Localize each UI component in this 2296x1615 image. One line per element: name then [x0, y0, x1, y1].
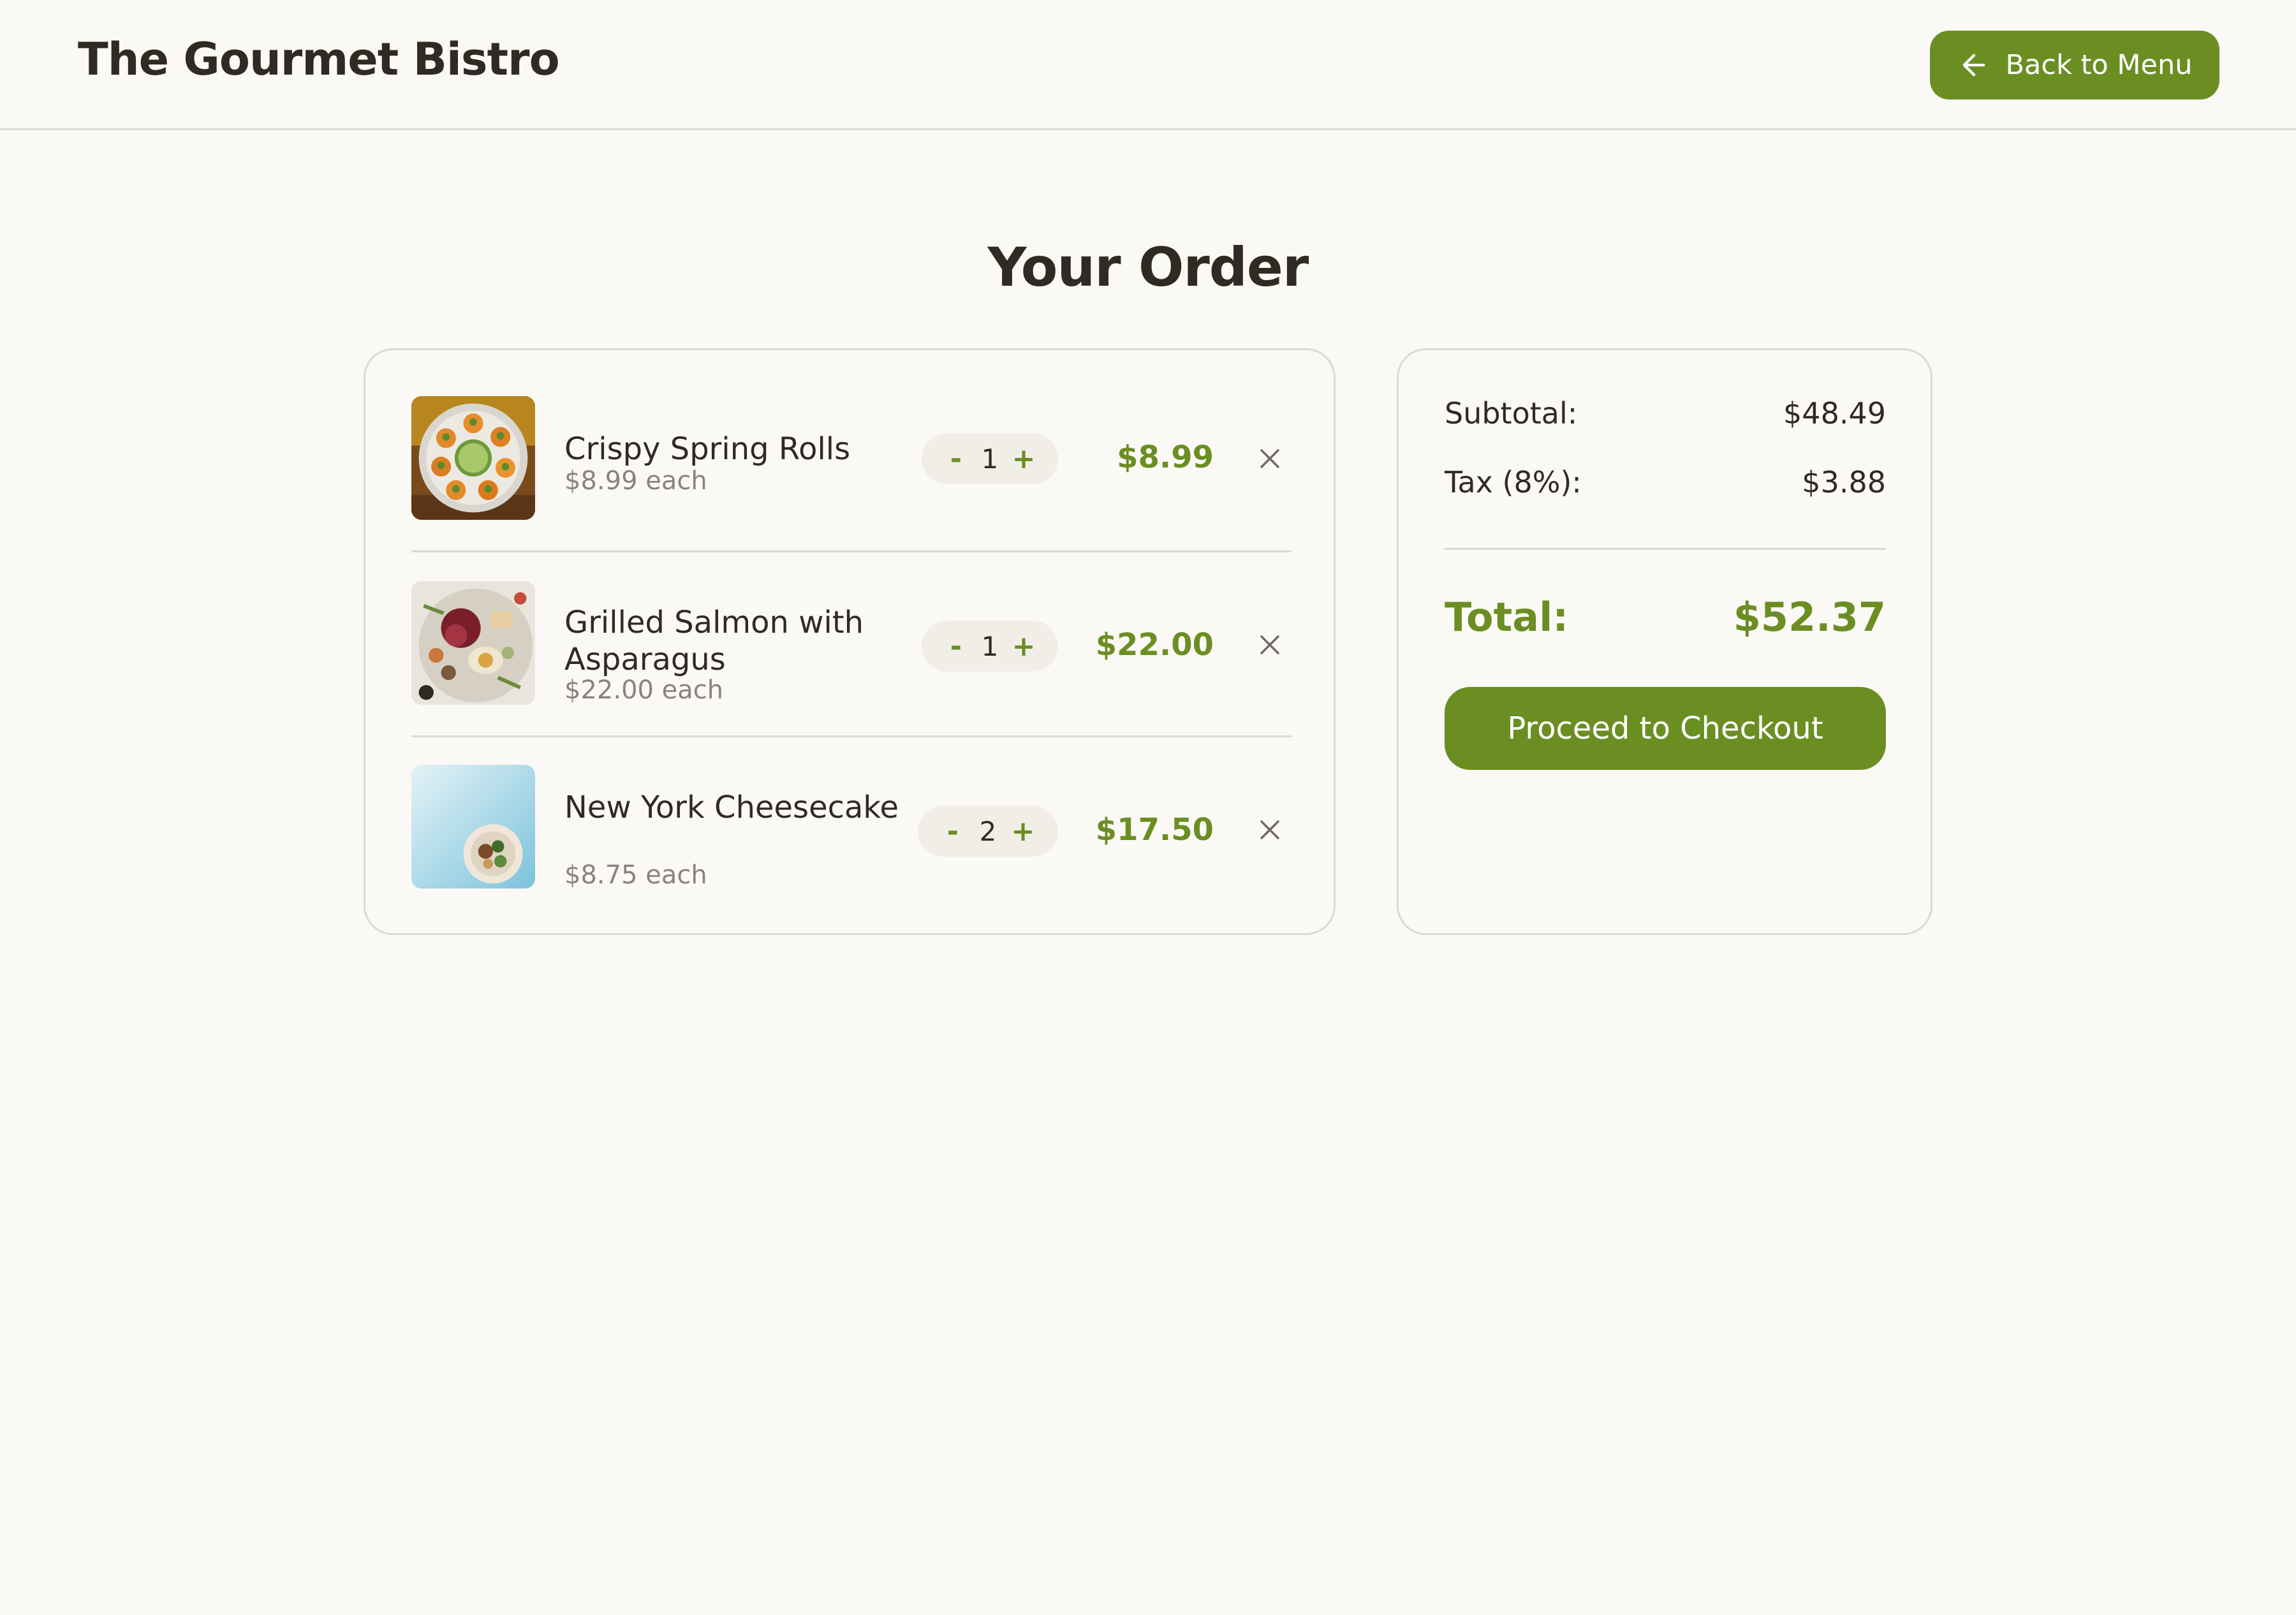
- quantity-value: 2: [979, 815, 997, 847]
- proceed-to-checkout-button[interactable]: Proceed to Checkout: [1445, 687, 1886, 770]
- remove-item-button[interactable]: [1253, 442, 1286, 475]
- order-item: New York Cheesecake $8.75 each - 2 + $17…: [411, 720, 1292, 905]
- close-icon: [1260, 820, 1279, 839]
- item-line-total: $22.00: [1095, 627, 1214, 663]
- order-items-card: Crispy Spring Rolls $8.99 each - 1 + $8.…: [364, 348, 1336, 935]
- top-bar: The Gourmet Bistro Back to Menu: [0, 0, 2296, 130]
- quantity-value: 1: [981, 443, 999, 475]
- item-name: Grilled Salmon with Asparagus: [564, 605, 864, 677]
- item-unit-price: $22.00 each: [564, 675, 724, 705]
- arrow-left-icon: [1957, 48, 1991, 82]
- order-item: Grilled Salmon with Asparagus $22.00 eac…: [411, 535, 1292, 720]
- tax-label: Tax (8%):: [1445, 465, 1582, 499]
- spring-rolls-photo: [411, 396, 535, 520]
- quantity-value: 1: [981, 630, 999, 662]
- brand-title: The Gourmet Bistro: [78, 33, 560, 85]
- item-unit-price: $8.75 each: [564, 860, 707, 890]
- page-title: Your Order: [987, 236, 1309, 299]
- back-to-menu-button[interactable]: Back to Menu: [1930, 31, 2219, 100]
- back-to-menu-label: Back to Menu: [2005, 49, 2193, 81]
- decrease-quantity-button[interactable]: -: [943, 630, 969, 663]
- tax-value: $3.88: [1802, 465, 1886, 499]
- quantity-stepper: - 2 +: [918, 806, 1058, 857]
- remove-item-button[interactable]: [1253, 628, 1286, 661]
- item-name: New York Cheesecake: [564, 790, 899, 825]
- item-unit-price: $8.99 each: [564, 466, 707, 496]
- quantity-stepper: - 1 +: [922, 621, 1058, 672]
- total-label: Total:: [1445, 594, 1569, 640]
- remove-item-button[interactable]: [1253, 813, 1286, 846]
- order-summary-card: Subtotal: $48.49 Tax (8%): $3.88 Total: …: [1397, 348, 1932, 935]
- summary-divider: [1445, 548, 1886, 550]
- subtotal-label: Subtotal:: [1445, 396, 1578, 431]
- decrease-quantity-button[interactable]: -: [940, 815, 966, 848]
- decrease-quantity-button[interactable]: -: [943, 443, 969, 475]
- item-name: Crispy Spring Rolls: [564, 431, 851, 467]
- item-line-total: $17.50: [1095, 812, 1214, 848]
- close-icon: [1260, 635, 1279, 654]
- cheesecake-bowl-photo: [411, 765, 535, 889]
- subtotal-value: $48.49: [1783, 396, 1886, 431]
- item-line-total: $8.99: [1117, 439, 1214, 475]
- close-icon: [1260, 449, 1279, 468]
- quantity-stepper: - 1 +: [922, 433, 1058, 484]
- total-value: $52.37: [1733, 594, 1886, 640]
- salmon-platter-photo: [411, 581, 535, 705]
- order-item: Crispy Spring Rolls $8.99 each - 1 + $8.…: [411, 350, 1292, 535]
- increase-quantity-button[interactable]: +: [1011, 443, 1036, 475]
- increase-quantity-button[interactable]: +: [1010, 815, 1036, 848]
- increase-quantity-button[interactable]: +: [1011, 630, 1036, 663]
